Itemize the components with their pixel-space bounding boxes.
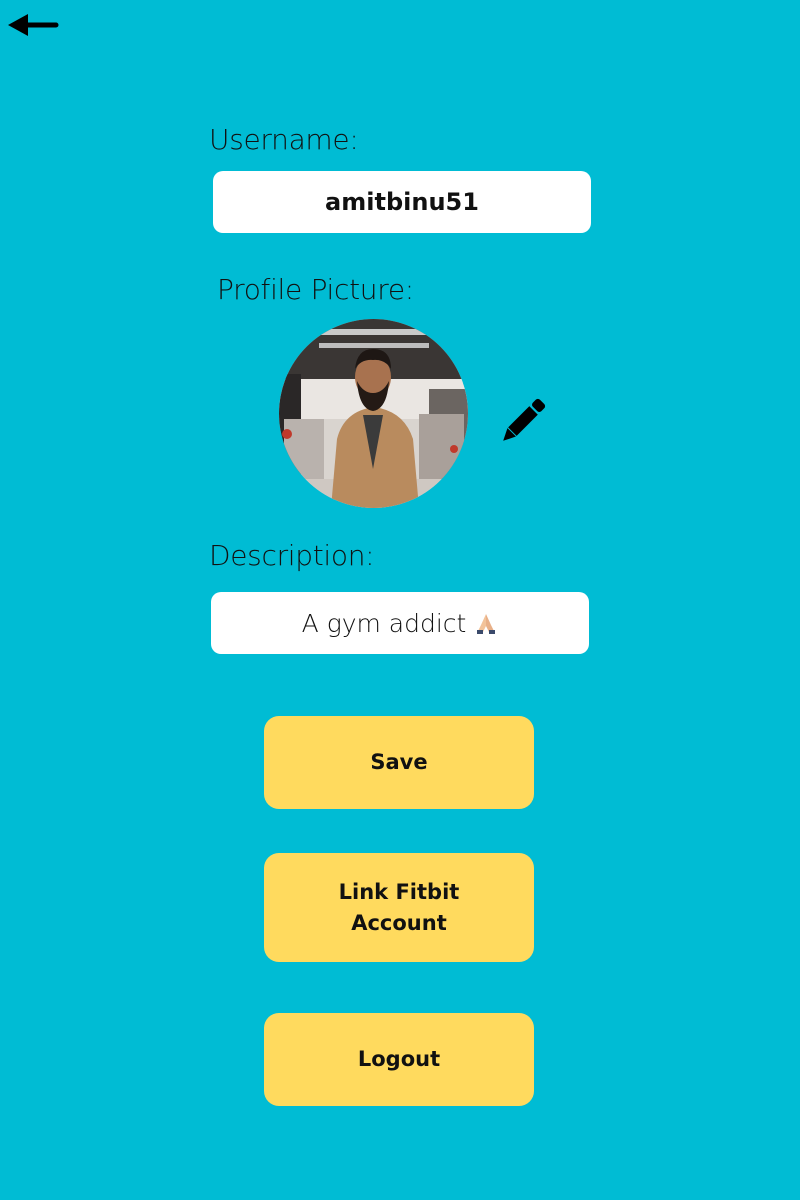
back-button[interactable] [6,10,60,40]
username-label: Username: [209,123,359,156]
description-field[interactable]: A gym addict [211,592,589,654]
username-value: amitbinu51 [325,188,479,216]
folded-hands-emoji-icon [477,614,496,634]
arrow-left-icon [8,14,59,36]
description-value: A gym addict [301,608,467,638]
link-fitbit-account-button[interactable]: Link Fitbit Account [264,853,534,962]
avatar[interactable] [279,319,468,508]
profile-picture-label: Profile Picture: [217,273,414,306]
pencil-icon[interactable] [494,392,552,450]
username-field[interactable]: amitbinu51 [213,171,591,233]
description-label: Description: [209,539,375,572]
logout-button[interactable]: Logout [264,1013,534,1106]
description-value-wrapper: A gym addict [302,609,499,638]
save-button[interactable]: Save [264,716,534,809]
